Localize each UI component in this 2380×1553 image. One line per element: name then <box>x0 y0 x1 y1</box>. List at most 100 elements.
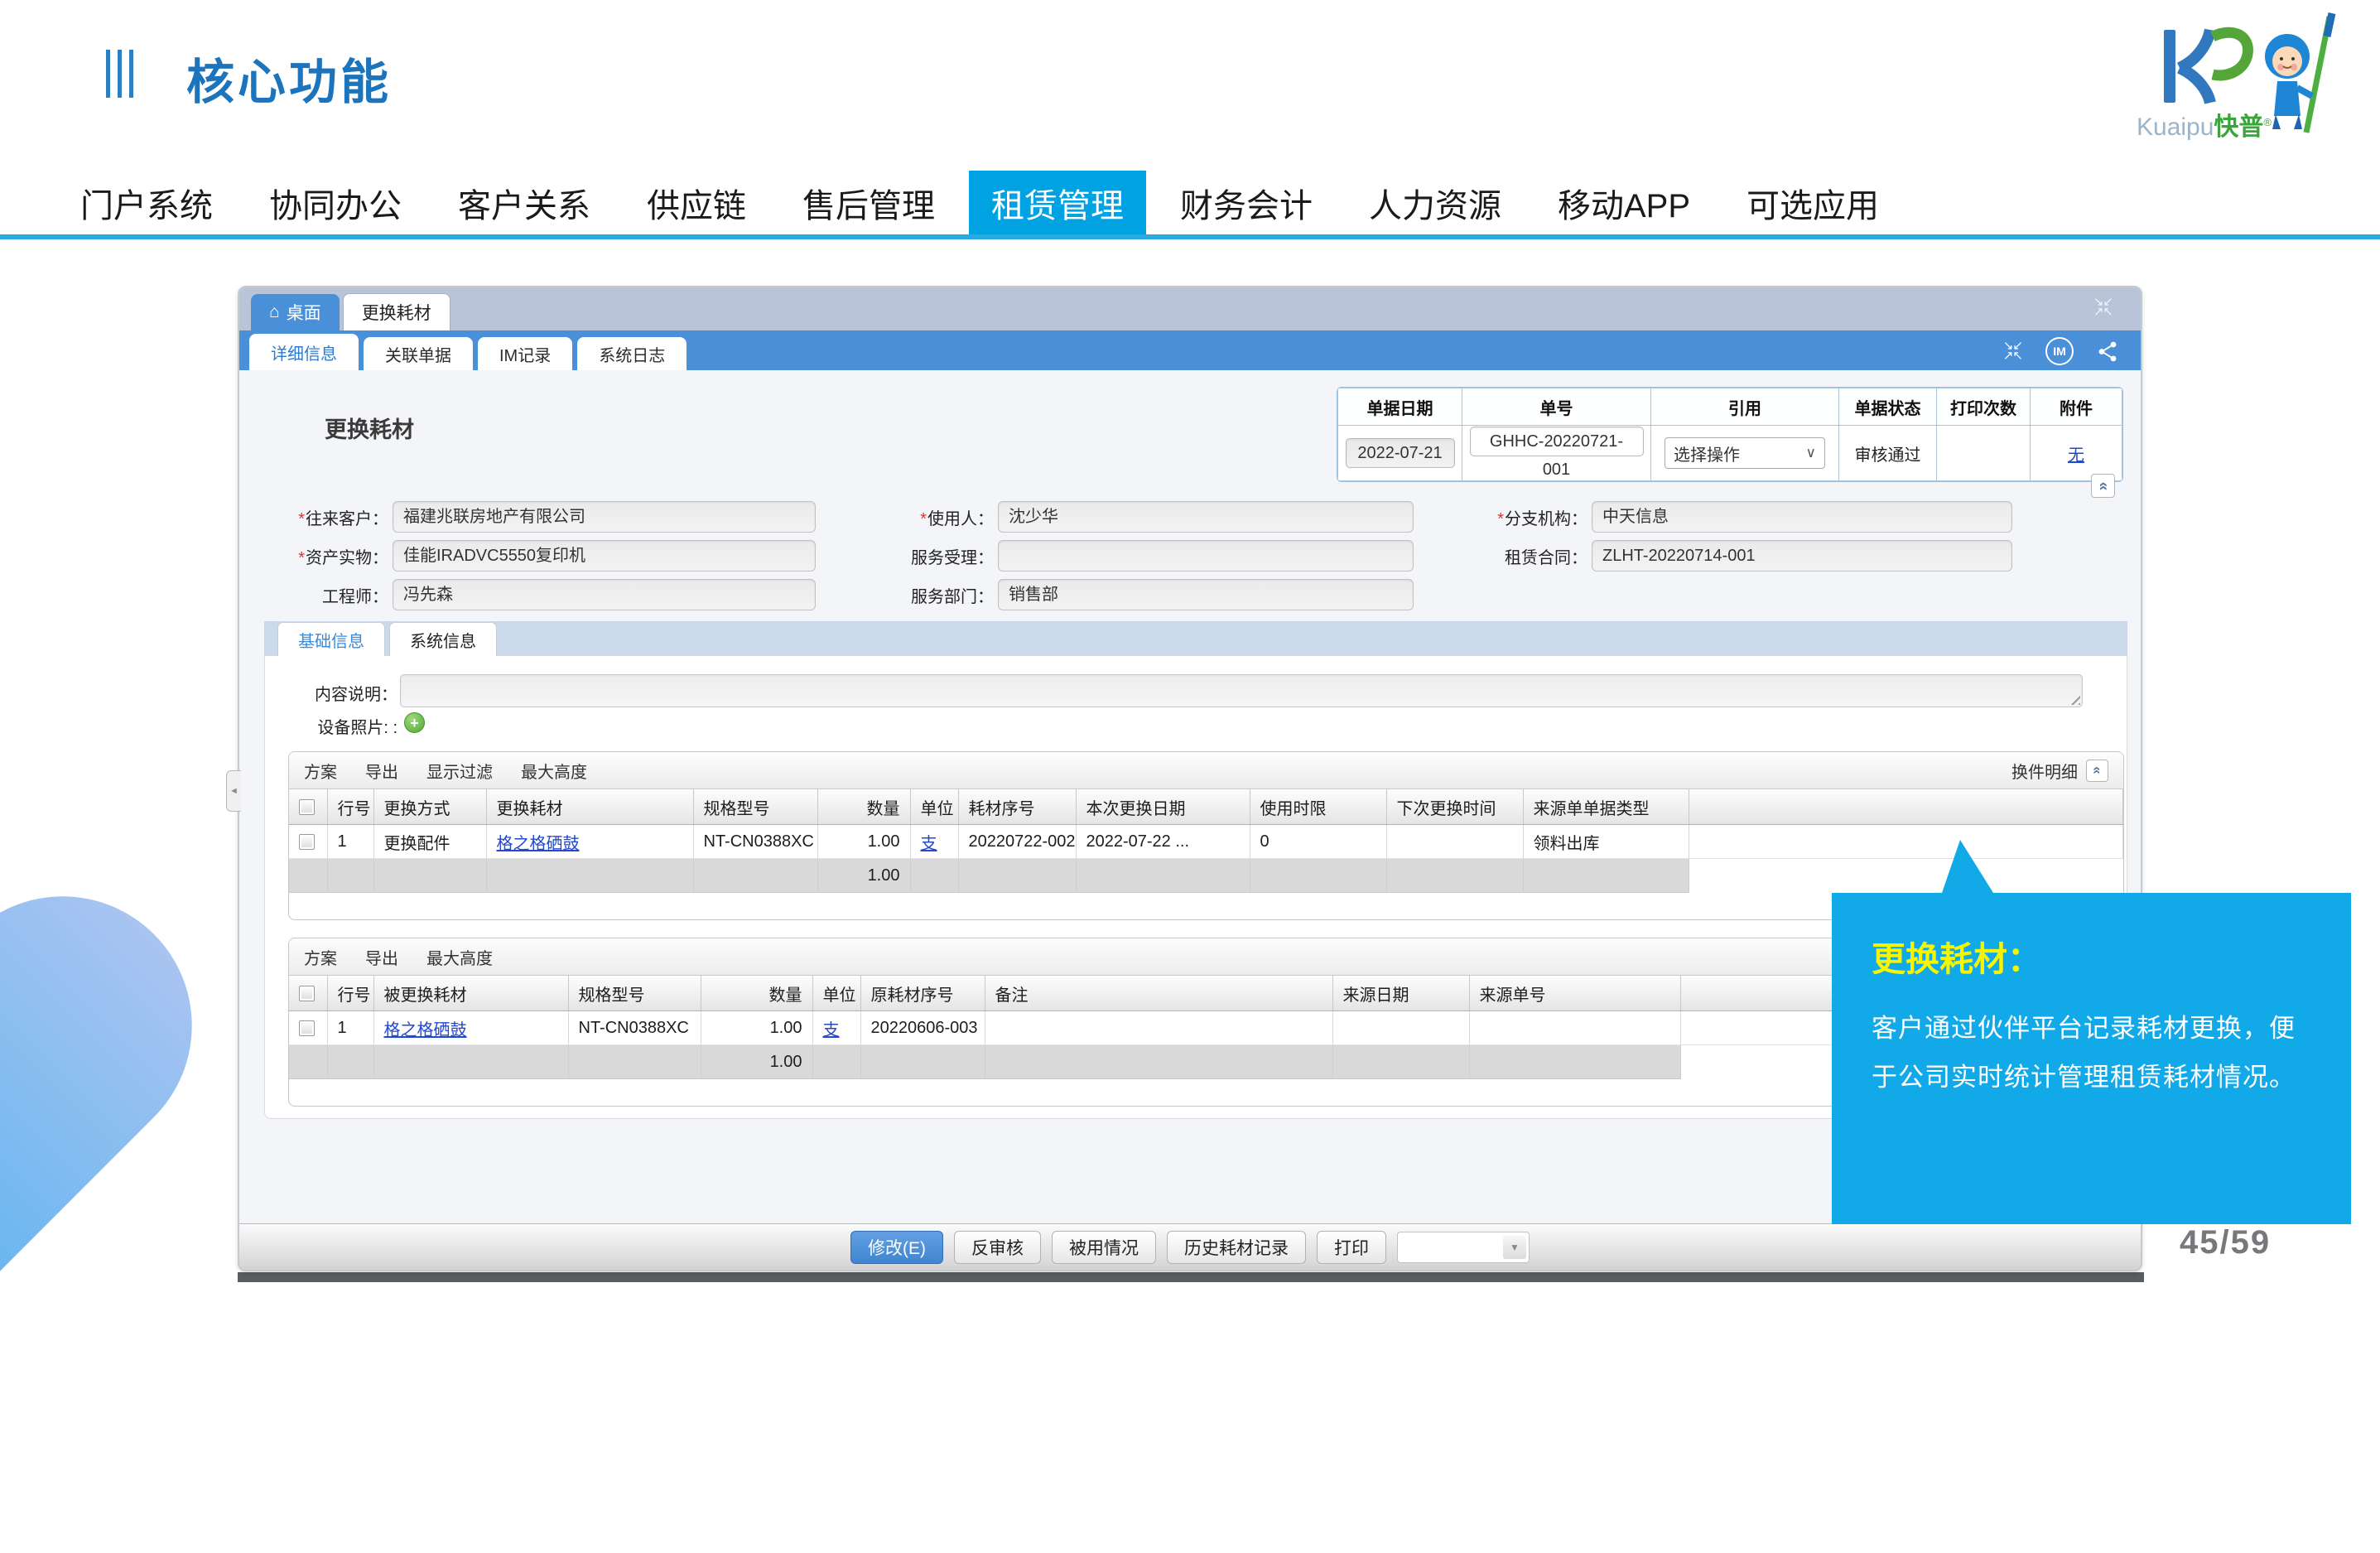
field-label-engineer: 工程师： <box>275 583 393 607</box>
tab-related-docs[interactable]: 关联单据 <box>364 337 473 370</box>
form-fields: *往来客户： 福建兆联房地产有限公司 *使用人： 沈少华 *分支机构： 中天信息… <box>275 501 2019 610</box>
consumable-link[interactable]: 格之格硒鼓 <box>384 1021 467 1039</box>
unapprove-button[interactable]: 反审核 <box>954 1231 1041 1264</box>
print-button[interactable]: 打印 <box>1317 1231 1386 1264</box>
doc-col-date: 单据日期 <box>1338 388 1462 426</box>
usage-status-button[interactable]: 被用情况 <box>1052 1231 1156 1264</box>
resize-grip-icon[interactable] <box>2069 693 2080 705</box>
main-nav: 门户系统 协同办公 客户关系 供应链 售后管理 租赁管理 财务会计 人力资源 移… <box>0 171 2380 239</box>
im-icon[interactable]: IM <box>2045 337 2074 365</box>
user-field[interactable]: 沈少华 <box>998 501 1414 533</box>
doc-col-number: 单号 <box>1462 388 1651 426</box>
window-tab-bar: ⌂ 桌面 更换耗材 ↘↙ ↗↖ <box>239 287 2141 330</box>
modify-button[interactable]: 修改(E) <box>850 1231 943 1264</box>
logo-wordmark-cn: 快普 <box>2214 113 2263 141</box>
tab-detail-info[interactable]: 详细信息 <box>249 334 359 370</box>
chevron-down-icon: ∨ <box>1806 445 1816 461</box>
field-label-lease-contract: 租赁合同： <box>1420 544 1592 568</box>
row-checkbox[interactable] <box>299 1020 315 1036</box>
summary-row: 1.00 <box>289 859 2123 893</box>
unit-link[interactable]: 支 <box>921 835 937 853</box>
consumable-link[interactable]: 格之格硒鼓 <box>497 835 580 853</box>
nav-tab-aftersales[interactable]: 售后管理 <box>780 171 957 234</box>
nav-tab-crm[interactable]: 客户关系 <box>436 171 613 234</box>
annotation-callout: 更换耗材： 客户通过伙伴平台记录耗材更换，便于公司实时统计管理租赁耗材情况。 <box>1832 893 2351 1224</box>
home-icon: ⌂ <box>269 302 280 322</box>
toolbar-scheme[interactable]: 方案 <box>304 945 337 969</box>
collapse-panel-icon[interactable]: ↘↙ ↗↖ <box>2003 341 2022 361</box>
callout-body: 客户通过伙伴平台记录耗材更换，便于公司实时统计管理租赁耗材情况。 <box>1872 1004 2311 1102</box>
attachment-link[interactable]: 无 <box>2068 446 2084 465</box>
chevron-down-icon: ▼ <box>1503 1236 1526 1259</box>
tab-system-log[interactable]: 系统日志 <box>577 337 687 370</box>
toolbar-scheme[interactable]: 方案 <box>304 759 337 783</box>
tab-replace-consumable[interactable]: 更换耗材 <box>343 293 450 330</box>
callout-title: 更换耗材： <box>1872 931 2311 981</box>
history-record-button[interactable]: 历史耗材记录 <box>1167 1231 1306 1264</box>
more-actions-dropdown[interactable]: ▼ <box>1397 1232 1530 1263</box>
panel-label: 换件明细 <box>2011 759 2078 783</box>
device-photo-label: 设备照片: : <box>265 714 397 738</box>
nav-tab-hr[interactable]: 人力资源 <box>1347 171 1524 234</box>
toolbar-export[interactable]: 导出 <box>365 759 398 783</box>
collapse-table1-button[interactable]: « <box>2086 760 2108 782</box>
share-icon[interactable] <box>2097 340 2119 363</box>
nav-tab-scm[interactable]: 供应链 <box>624 171 768 234</box>
field-label-service-dept: 服务部门： <box>822 583 998 607</box>
form-title: 更换耗材 <box>325 412 414 444</box>
reference-action-select[interactable]: 选择操作∨ <box>1665 437 1825 469</box>
nav-tab-portal[interactable]: 门户系统 <box>58 171 235 234</box>
title-accent-bars <box>106 50 133 98</box>
nav-tab-oa[interactable]: 协同办公 <box>247 171 424 234</box>
branch-field[interactable]: 中天信息 <box>1592 501 2012 533</box>
field-label-customer: *往来客户： <box>275 505 393 529</box>
add-photo-icon[interactable]: + <box>404 712 425 733</box>
tab-desktop[interactable]: ⌂ 桌面 <box>251 294 340 330</box>
field-label-asset: *资产实物： <box>275 544 393 568</box>
table-row: 1 更换配件 格之格硒鼓 NT-CN0388XC 1.00 支 20220722… <box>289 825 2123 859</box>
toolbar-max-height[interactable]: 最大高度 <box>426 945 493 969</box>
tab-system-info[interactable]: 系统信息 <box>389 622 497 656</box>
toolbar-export[interactable]: 导出 <box>365 945 398 969</box>
doc-col-attachment: 附件 <box>2031 388 2122 426</box>
doc-date-input[interactable]: 2022-07-21 <box>1346 438 1455 468</box>
engineer-field[interactable]: 冯先森 <box>393 579 816 610</box>
lease-contract-field[interactable]: ZLHT-20220714-001 <box>1592 540 2012 572</box>
asset-field[interactable]: 佳能IRADVC5550复印机 <box>393 540 816 572</box>
info-tab-band: 基础信息 系统信息 <box>264 621 2127 656</box>
detail-tab-bar: 详细信息 关联单据 IM记录 系统日志 ↘↙ ↗↖ IM <box>239 330 2141 370</box>
content-desc-textarea[interactable] <box>400 674 2083 707</box>
decorative-ribbon <box>0 843 245 1553</box>
doc-col-status: 单据状态 <box>1839 388 1937 426</box>
nav-tab-leasing[interactable]: 租赁管理 <box>969 171 1146 234</box>
doc-number-input[interactable]: GHHC-20220721-001 <box>1470 427 1644 456</box>
nav-tab-finance[interactable]: 财务会计 <box>1158 171 1335 234</box>
tab-basic-info[interactable]: 基础信息 <box>277 622 385 656</box>
collapse-window-icon[interactable]: ↘↙ ↗↖ <box>2093 297 2113 317</box>
toolbar-max-height[interactable]: 最大高度 <box>521 759 587 783</box>
summary-qty: 1.00 <box>817 859 910 893</box>
kuaipu-logo: Kuaipu快普® <box>2137 8 2360 145</box>
unit-link[interactable]: 支 <box>823 1021 840 1039</box>
tab-im-record[interactable]: IM记录 <box>478 337 572 370</box>
collapse-header-button[interactable]: « <box>2091 474 2115 498</box>
window-bottom-shadow <box>238 1272 2144 1282</box>
select-all-checkbox[interactable] <box>299 986 315 1001</box>
action-bar: 修改(E) 反审核 被用情况 历史耗材记录 打印 ▼ <box>239 1223 2141 1271</box>
page-title: 核心功能 <box>186 43 392 113</box>
sidebar-collapse-handle[interactable]: ◄ <box>226 770 241 812</box>
row-checkbox[interactable] <box>299 834 315 850</box>
select-all-checkbox[interactable] <box>299 799 315 815</box>
page-number: 45/59 <box>2180 1224 2271 1261</box>
service-dept-field[interactable]: 销售部 <box>998 579 1414 610</box>
content-desc-label: 内容说明： <box>265 681 397 705</box>
nav-tab-optional[interactable]: 可选应用 <box>1724 171 1901 234</box>
doc-print-count-value <box>1937 426 2031 481</box>
customer-field[interactable]: 福建兆联房地产有限公司 <box>393 501 816 533</box>
nav-tab-mobile-app[interactable]: 移动APP <box>1535 171 1713 234</box>
table1-toolbar: 方案 导出 显示过滤 最大高度 换件明细 « <box>289 752 2123 789</box>
toolbar-show-filter[interactable]: 显示过滤 <box>426 759 493 783</box>
logo-wordmark-en: Kuaipu <box>2137 113 2214 141</box>
doc-col-reference: 引用 <box>1651 388 1839 426</box>
service-accept-field[interactable] <box>998 540 1414 572</box>
